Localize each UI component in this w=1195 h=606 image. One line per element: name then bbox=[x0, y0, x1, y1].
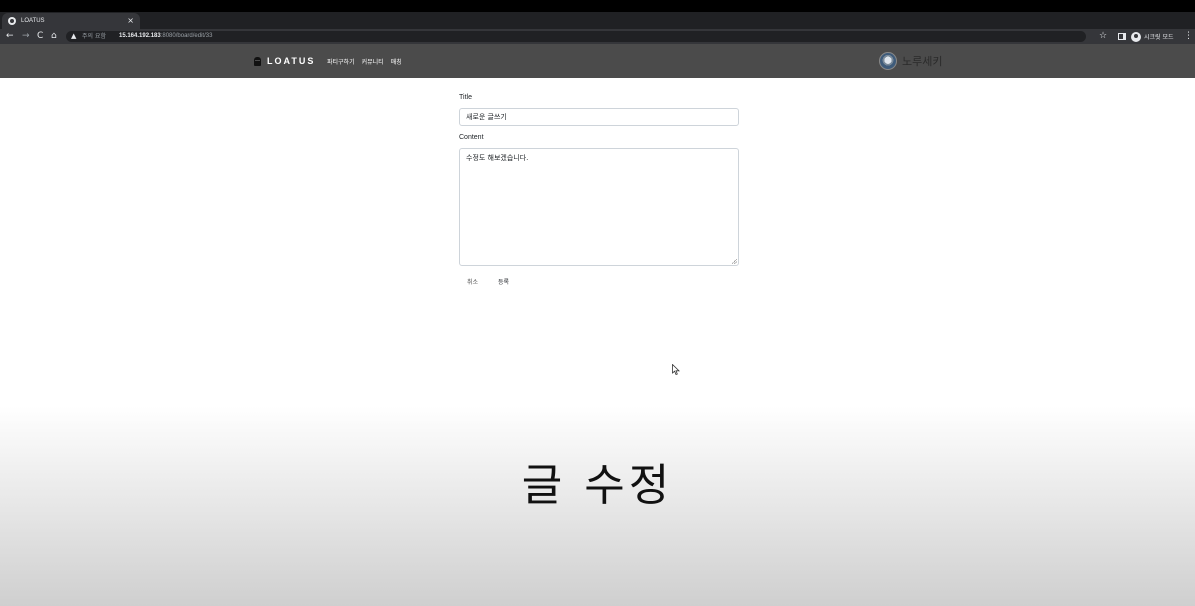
forward-icon[interactable]: → bbox=[22, 29, 30, 44]
nav-item-community[interactable]: 커뮤니티 bbox=[362, 57, 384, 66]
browser-tab[interactable]: LOATUS × bbox=[2, 13, 140, 29]
side-panel-icon[interactable] bbox=[1118, 33, 1126, 40]
title-label: Title bbox=[459, 94, 472, 101]
nav-item-matching[interactable]: 매칭 bbox=[391, 57, 402, 66]
brand-name: LOATUS bbox=[267, 56, 316, 66]
browser-tabstrip: LOATUS × + ⌄ − ▫ ✕ bbox=[0, 12, 1195, 39]
security-status[interactable]: 주의 요함 bbox=[82, 31, 106, 42]
caption-overlay: 글 수정 bbox=[0, 406, 1195, 606]
brand-link[interactable]: LOATUS bbox=[254, 44, 315, 78]
letterbox-top bbox=[0, 0, 1195, 12]
nav-links: 파티구하기 커뮤니티 매칭 bbox=[327, 44, 402, 78]
star-icon[interactable]: ☆ bbox=[1099, 29, 1107, 44]
content-text: 수정도 해보겠습니다. bbox=[466, 154, 529, 162]
submit-button[interactable]: 등록 bbox=[498, 277, 509, 286]
tab-title: LOATUS bbox=[21, 18, 45, 24]
caption-text: 글 수정 bbox=[521, 460, 674, 511]
reload-icon[interactable]: C bbox=[37, 29, 43, 44]
browser-toolbar: ← → C ⌂ ▲ 주의 요함 15.164.192.183:8080/boar… bbox=[0, 29, 1195, 44]
profile-label: 시크릿 모드 bbox=[1144, 34, 1174, 41]
user-menu[interactable]: 노루세키 bbox=[879, 44, 942, 78]
content-label: Content bbox=[459, 134, 484, 141]
resize-handle[interactable] bbox=[732, 259, 737, 264]
menu-icon[interactable]: ⋮ bbox=[1184, 29, 1193, 44]
avatar bbox=[879, 52, 897, 70]
back-icon[interactable]: ← bbox=[6, 29, 14, 44]
home-icon[interactable]: ⌂ bbox=[51, 29, 57, 44]
nav-item-party[interactable]: 파티구하기 bbox=[327, 57, 355, 66]
logo-icon bbox=[254, 56, 261, 66]
globe-icon bbox=[8, 17, 16, 25]
web-page: LOATUS 파티구하기 커뮤니티 매칭 노루세키 Title 새로운 글쓰기 … bbox=[0, 44, 1195, 606]
mouse-cursor-icon bbox=[672, 364, 680, 375]
url-text[interactable]: 15.164.192.183:8080/board/edit/33 bbox=[119, 31, 212, 42]
profile-button[interactable]: 시크릿 모드 bbox=[1131, 31, 1174, 42]
title-input[interactable]: 새로운 글쓰기 bbox=[459, 108, 739, 126]
site-navbar: LOATUS 파티구하기 커뮤니티 매칭 노루세키 bbox=[0, 44, 1195, 78]
warning-icon[interactable]: ▲ bbox=[71, 31, 76, 42]
content-textarea[interactable]: 수정도 해보겠습니다. bbox=[459, 148, 739, 266]
url-host: 15.164.192.183 bbox=[119, 33, 161, 39]
url-path: :8080/board/edit/33 bbox=[160, 33, 213, 39]
incognito-icon bbox=[1131, 31, 1141, 42]
cancel-button[interactable]: 취소 bbox=[467, 277, 478, 286]
user-name: 노루세키 bbox=[902, 55, 943, 68]
address-bar[interactable]: ▲ 주의 요함 15.164.192.183:8080/board/edit/3… bbox=[66, 31, 1086, 42]
